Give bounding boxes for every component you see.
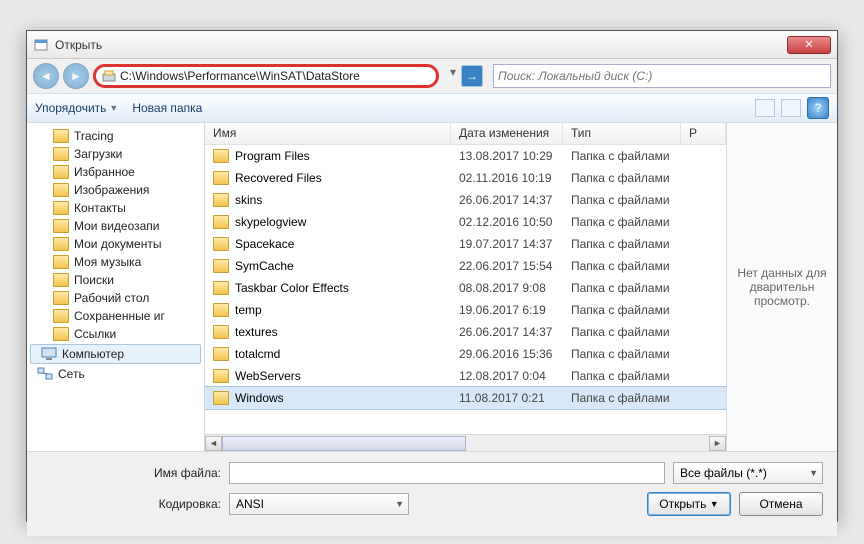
view-options-button[interactable] [755, 99, 775, 117]
tree-item[interactable]: Ссылки [27, 325, 204, 343]
preview-text: Нет данных для дварительн просмотр. [735, 266, 829, 308]
chevron-down-icon: ▼ [109, 103, 118, 113]
folder-icon [53, 219, 69, 233]
folder-icon [213, 215, 229, 229]
folder-icon [213, 369, 229, 383]
search-box[interactable] [493, 64, 831, 88]
file-row[interactable]: textures26.06.2017 14:37Папка с файлами [205, 321, 726, 343]
folder-icon [53, 291, 69, 305]
open-button[interactable]: Открыть ▼ [647, 492, 731, 516]
file-row[interactable]: Recovered Files02.11.2016 10:19Папка с ф… [205, 167, 726, 189]
drive-icon [102, 69, 116, 83]
tree-item[interactable]: Загрузки [27, 145, 204, 163]
cancel-button[interactable]: Отмена [739, 492, 823, 516]
chevron-down-icon: ▼ [395, 499, 404, 509]
go-button[interactable]: → [461, 65, 483, 87]
address-text: C:\Windows\Performance\WinSAT\DataStore [120, 69, 360, 83]
chevron-down-icon: ▼ [809, 468, 818, 478]
folder-icon [213, 149, 229, 163]
folder-icon [53, 147, 69, 161]
app-icon [33, 37, 49, 53]
tree-item[interactable]: Избранное [27, 163, 204, 181]
tree-item[interactable]: Рабочий стол [27, 289, 204, 307]
folder-icon [53, 201, 69, 215]
folder-icon [53, 237, 69, 251]
folder-icon [213, 325, 229, 339]
preview-pane-button[interactable] [781, 99, 801, 117]
folder-icon [53, 183, 69, 197]
folder-icon [53, 273, 69, 287]
file-list: Имя Дата изменения Тип Р Program Files13… [205, 123, 727, 451]
file-filter-combo[interactable]: Все файлы (*.*)▼ [673, 462, 823, 484]
folder-icon [213, 347, 229, 361]
tree-item[interactable]: Мои видеозапи [27, 217, 204, 235]
folder-icon [53, 255, 69, 269]
tree-item[interactable]: Поиски [27, 271, 204, 289]
tree-computer[interactable]: Компьютер [30, 344, 201, 364]
file-row[interactable]: Windows11.08.2017 0:21Папка с файлами [205, 387, 726, 409]
scroll-left-button[interactable]: ◄ [205, 436, 222, 451]
folder-icon [213, 237, 229, 251]
tree-item[interactable]: Сохраненные иг [27, 307, 204, 325]
preview-pane: Нет данных для дварительн просмотр. [727, 123, 837, 451]
folder-icon [53, 327, 69, 341]
filename-label: Имя файла: [41, 466, 221, 480]
window-title: Открыть [55, 38, 787, 52]
back-button[interactable]: ◄ [33, 63, 59, 89]
file-row[interactable]: SymCache22.06.2017 15:54Папка с файлами [205, 255, 726, 277]
network-icon [37, 367, 53, 381]
tree-item[interactable]: Моя музыка [27, 253, 204, 271]
folder-icon [213, 303, 229, 317]
col-type[interactable]: Тип [563, 123, 681, 144]
file-row[interactable]: skypelogview02.12.2016 10:50Папка с файл… [205, 211, 726, 233]
scroll-track[interactable] [222, 436, 709, 451]
search-input[interactable] [498, 69, 826, 83]
new-folder-button[interactable]: Новая папка [132, 101, 202, 115]
file-row[interactable]: Program Files13.08.2017 10:29Папка с фай… [205, 145, 726, 167]
tree-item[interactable]: Контакты [27, 199, 204, 217]
list-header[interactable]: Имя Дата изменения Тип Р [205, 123, 726, 145]
folder-icon [213, 193, 229, 207]
encoding-label: Кодировка: [41, 497, 221, 511]
address-bar[interactable]: C:\Windows\Performance\WinSAT\DataStore [93, 64, 439, 88]
encoding-combo[interactable]: ANSI▼ [229, 493, 409, 515]
folder-icon [53, 165, 69, 179]
h-scrollbar[interactable]: ◄ ► [205, 434, 726, 451]
folder-icon [53, 309, 69, 323]
folder-icon [213, 259, 229, 273]
folder-icon [53, 129, 69, 143]
col-size[interactable]: Р [681, 123, 726, 144]
scroll-thumb[interactable] [222, 436, 466, 451]
tree-item[interactable]: Мои документы [27, 235, 204, 253]
folder-icon [213, 281, 229, 295]
toolbar: Упорядочить▼ Новая папка ? [27, 93, 837, 123]
titlebar[interactable]: Открыть ✕ [27, 31, 837, 59]
file-row[interactable]: WebServers12.08.2017 0:04Папка с файлами [205, 365, 726, 387]
filename-input[interactable] [229, 462, 665, 484]
help-button[interactable]: ? [807, 97, 829, 119]
tree-network[interactable]: Сеть [27, 365, 204, 383]
file-row[interactable]: Spacekace19.07.2017 14:37Папка с файлами [205, 233, 726, 255]
breadcrumb-dropdown[interactable]: ▾ [447, 65, 459, 87]
open-dialog: Открыть ✕ ◄ ► C:\Windows\Performance\Win… [26, 30, 838, 522]
tree-item[interactable]: Изображения [27, 181, 204, 199]
bottom-panel: Имя файла: Все файлы (*.*)▼ Кодировка: A… [27, 451, 837, 536]
col-date[interactable]: Дата изменения [451, 123, 563, 144]
folder-icon [213, 391, 229, 405]
tree-item[interactable]: Tracing [27, 127, 204, 145]
forward-button[interactable]: ► [63, 63, 89, 89]
computer-icon [41, 347, 57, 361]
scroll-right-button[interactable]: ► [709, 436, 726, 451]
organize-button[interactable]: Упорядочить▼ [35, 101, 118, 115]
file-row[interactable]: temp19.06.2017 6:19Папка с файлами [205, 299, 726, 321]
nav-tree[interactable]: TracingЗагрузкиИзбранноеИзображенияКонта… [27, 123, 205, 451]
close-button[interactable]: ✕ [787, 36, 831, 54]
col-name[interactable]: Имя [205, 123, 451, 144]
file-row[interactable]: skins26.06.2017 14:37Папка с файлами [205, 189, 726, 211]
file-row[interactable]: Taskbar Color Effects08.08.2017 9:08Папк… [205, 277, 726, 299]
folder-icon [213, 171, 229, 185]
file-row[interactable]: totalcmd29.06.2016 15:36Папка с файлами [205, 343, 726, 365]
nav-row: ◄ ► C:\Windows\Performance\WinSAT\DataSt… [27, 59, 837, 93]
